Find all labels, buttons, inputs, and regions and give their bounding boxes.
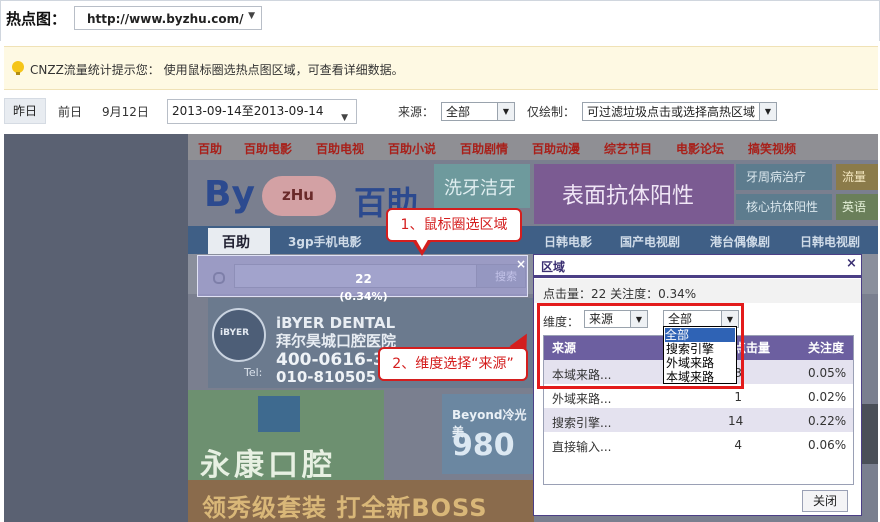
logo-en: By bbox=[204, 174, 255, 215]
draw-value: 可过滤垃圾点击或选择高热区域 bbox=[587, 105, 756, 119]
tip-bar: CNZZ流量统计提示您： 使用鼠标圈选热点图区域，可查看详细数据。 bbox=[4, 46, 878, 90]
beyond-ad: Beyond冷光美 980 bbox=[442, 394, 534, 474]
date-button[interactable]: 9月12日 bbox=[102, 103, 149, 120]
panel-title: 区域 bbox=[541, 260, 566, 274]
cell-attention: 0.06% bbox=[808, 438, 847, 452]
chevron-down-icon: ▼ bbox=[341, 113, 348, 123]
dropdown-option[interactable]: 本域来路 bbox=[666, 370, 714, 384]
dental-tel: 400-0616-3 bbox=[276, 350, 385, 370]
chevron-down-icon: ▼ bbox=[497, 103, 514, 120]
logo-zhu: zHu bbox=[282, 186, 314, 204]
day-before-button[interactable]: 前日 bbox=[58, 103, 82, 120]
ad-banner: 牙周病治疗 bbox=[736, 164, 832, 190]
url-value: http://www.byzhu.com/ bbox=[87, 12, 244, 26]
ad-text: 牙周病治疗 bbox=[746, 170, 807, 184]
date-range-select[interactable]: 2013-09-14至2013-09-14 ▼ bbox=[167, 99, 357, 124]
ad-banner: 核心抗体阳性 bbox=[736, 194, 832, 220]
site-nav: 百助 百助电影 百助电视 百助小说 百助剧情 百助动漫 综艺节目 电影论坛 搞笑… bbox=[188, 134, 878, 160]
cell-clicks: 1 bbox=[734, 390, 742, 404]
ad-banner: 流量 bbox=[836, 164, 878, 190]
site-nav2-item: 日韩电影 bbox=[544, 235, 593, 249]
close-icon[interactable]: × bbox=[516, 257, 526, 271]
dental-cn: 拜尔昊城口腔医院 bbox=[276, 332, 397, 350]
cell-source: 搜索引擎... bbox=[552, 416, 612, 430]
yk-text: 永康口腔 bbox=[200, 448, 336, 483]
ad-text: 表面抗体阳性 bbox=[562, 184, 695, 209]
site-nav-item: 电影论坛 bbox=[676, 142, 725, 156]
cell-source: 外域来路... bbox=[552, 392, 612, 406]
panel-header: 区域 × bbox=[534, 255, 861, 278]
chevron-down-icon: ▼ bbox=[759, 103, 776, 120]
bottom-banner: 领秀级套装 打全新BOSS bbox=[188, 480, 534, 522]
ad-banner: 表面抗体阳性 bbox=[534, 164, 734, 224]
selection-percent: (0.34%) bbox=[339, 290, 388, 303]
ad-text: 英语 bbox=[842, 200, 867, 214]
site-nav-item: 百助电影 bbox=[244, 142, 293, 156]
site-nav2-item: 国产电视剧 bbox=[620, 235, 681, 249]
cell-clicks: 14 bbox=[728, 414, 744, 428]
dropdown-option[interactable]: 外域来路 bbox=[666, 356, 714, 370]
cell-attention: 0.22% bbox=[808, 414, 847, 428]
column-header-attention: 关注度 bbox=[808, 336, 845, 360]
cell-clicks: 4 bbox=[734, 438, 742, 452]
site-nav-item: 百助 bbox=[198, 142, 223, 156]
panel-stats: 点击量：22 关注度：0.34% bbox=[534, 279, 861, 303]
beyond-num: 980 bbox=[452, 428, 515, 463]
source-label: 来源： bbox=[398, 105, 435, 119]
dropdown-list[interactable]: 全部 搜索引擎 外域来路 本域来路 bbox=[663, 326, 737, 384]
yk-ad: 永康口腔 bbox=[188, 390, 384, 483]
callout-step-2: 2、维度选择“来源” bbox=[378, 347, 528, 381]
tip-text: CNZZ流量统计提示您： 使用鼠标圈选热点图区域，可查看详细数据。 bbox=[30, 63, 404, 77]
source-select[interactable]: 全部 ▼ bbox=[441, 102, 515, 121]
selection-count: 22 bbox=[355, 272, 372, 286]
dental-tel2: 010-810505 bbox=[276, 368, 377, 386]
site-tab: 百助 bbox=[208, 228, 270, 254]
selection-region[interactable]: × 22 (0.34%) bbox=[197, 255, 528, 303]
dental-tel-label: Tel: bbox=[244, 366, 263, 379]
cell-attention: 0.05% bbox=[808, 366, 847, 380]
site-nav-item: 百助剧情 bbox=[460, 142, 509, 156]
chevron-down-icon: ▼ bbox=[248, 11, 255, 21]
ad-banner: 洗牙洁牙 bbox=[434, 164, 530, 208]
dental-seal: iBYER bbox=[212, 308, 266, 362]
dropdown-option[interactable]: 搜索引擎 bbox=[666, 342, 714, 356]
dropdown-option[interactable]: 全部 bbox=[665, 328, 735, 342]
url-select[interactable]: http://www.byzhu.com/ ▼ bbox=[74, 6, 262, 30]
draw-label: 仅绘制： bbox=[527, 105, 576, 119]
dental-seal-text: iBYER bbox=[220, 328, 250, 338]
callout-step-1: 1、鼠标圈选区域 bbox=[386, 208, 522, 242]
panel-stats-text: 点击量：22 关注度：0.34% bbox=[543, 287, 697, 301]
site-nav-item: 搞笑视频 bbox=[748, 142, 797, 156]
site-nav-item: 综艺节目 bbox=[604, 142, 653, 156]
site-nav2-item: 港台偶像剧 bbox=[710, 235, 771, 249]
draw-select[interactable]: 可过滤垃圾点击或选择高热区域 ▼ bbox=[582, 102, 777, 121]
yesterday-button[interactable]: 昨日 bbox=[4, 98, 46, 124]
ad-text: 流量 bbox=[842, 170, 867, 184]
lightbulb-icon bbox=[12, 61, 24, 75]
site-nav2-item: 日韩电视剧 bbox=[800, 235, 861, 249]
cell-attention: 0.02% bbox=[808, 390, 847, 404]
close-icon[interactable]: × bbox=[846, 256, 857, 271]
ad-text: 洗牙洁牙 bbox=[444, 178, 516, 199]
ad-banner: 英语 bbox=[836, 194, 878, 220]
close-button[interactable]: 关闭 bbox=[802, 490, 848, 512]
date-range-value: 2013-09-14至2013-09-14 bbox=[172, 104, 324, 118]
callout-tail-inner bbox=[415, 238, 429, 250]
site-nav-item: 百助小说 bbox=[388, 142, 437, 156]
site-tab-label: 百助 bbox=[222, 235, 250, 251]
ad-text: 核心抗体阳性 bbox=[746, 200, 819, 214]
site-nav-item: 百助动漫 bbox=[532, 142, 581, 156]
site-nav-item: 百助电视 bbox=[316, 142, 365, 156]
banner-text: 领秀级套装 打全新BOSS bbox=[202, 494, 488, 522]
yk-logo bbox=[258, 396, 300, 432]
cell-source: 直接输入... bbox=[552, 440, 612, 454]
page-title: 热点图： bbox=[6, 10, 67, 28]
site-nav2-item: 3gp手机电影 bbox=[288, 235, 362, 249]
site-nav-secondary: 3gp手机电影 日韩电影 国产电视剧 港台偶像剧 日韩电视剧 bbox=[188, 226, 878, 254]
source-value: 全部 bbox=[446, 105, 471, 119]
